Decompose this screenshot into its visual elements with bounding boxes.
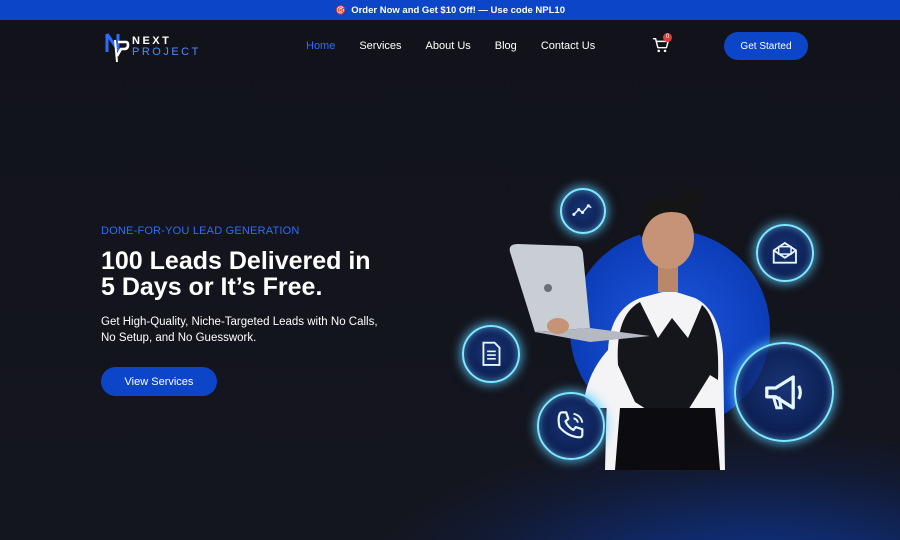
logo-wordmark: NEXT PROJECT xyxy=(132,36,201,58)
nav-item-contact-us[interactable]: Contact Us xyxy=(541,40,595,52)
hero-subheadline-line-1: Get High-Quality, Niche-Targeted Leads w… xyxy=(101,316,378,328)
hero-illustration xyxy=(440,140,860,470)
logo-line-project: PROJECT xyxy=(132,46,201,58)
site-logo[interactable]: NEXT PROJECT xyxy=(104,29,224,65)
newsletter-bubble xyxy=(756,224,814,282)
megaphone-icon xyxy=(764,374,802,410)
newsletter-icon xyxy=(772,241,798,264)
nav-menu: Home Services About Us Blog Contact Us xyxy=(306,20,619,72)
hero-subheadline-line-2: No Setup, and No Guesswork. xyxy=(101,332,257,344)
analytics-icon xyxy=(572,204,593,217)
nav-item-home[interactable]: Home xyxy=(306,40,335,52)
document-icon xyxy=(482,341,501,367)
phone-call-bubble xyxy=(537,392,605,460)
main-navigation: NEXT PROJECT Home Services About Us Blog… xyxy=(0,20,900,72)
hero-headline-line-2: 5 Days or It’s Free. xyxy=(101,273,323,301)
promo-bar: 🎯 Order Now and Get $10 Off! — Use code … xyxy=(0,0,900,20)
document-bubble xyxy=(462,325,520,383)
hero-eyebrow: DONE-FOR-YOU LEAD GENERATION xyxy=(101,225,300,237)
nav-item-services[interactable]: Services xyxy=(359,40,401,52)
nav-item-about-us[interactable]: About Us xyxy=(426,40,471,52)
hero-headline: 100 Leads Delivered in 5 Days or It’s Fr… xyxy=(101,248,431,300)
cart-count-badge: 0 xyxy=(663,33,672,42)
logo-mark-icon xyxy=(105,33,130,63)
nav-item-blog[interactable]: Blog xyxy=(495,40,517,52)
get-started-button[interactable]: Get Started xyxy=(724,32,808,60)
target-icon: 🎯 xyxy=(334,4,347,15)
view-services-button[interactable]: View Services xyxy=(101,367,217,396)
cart-button[interactable]: 0 xyxy=(652,33,672,56)
phone-call-icon xyxy=(557,411,584,439)
promo-text: Order Now and Get $10 Off! — Use code NP… xyxy=(351,4,566,16)
megaphone-bubble xyxy=(734,342,834,442)
hero-subheadline: Get High-Quality, Niche-Targeted Leads w… xyxy=(101,314,421,346)
hero-headline-line-1: 100 Leads Delivered in xyxy=(101,247,371,275)
analytics-bubble xyxy=(560,188,606,234)
